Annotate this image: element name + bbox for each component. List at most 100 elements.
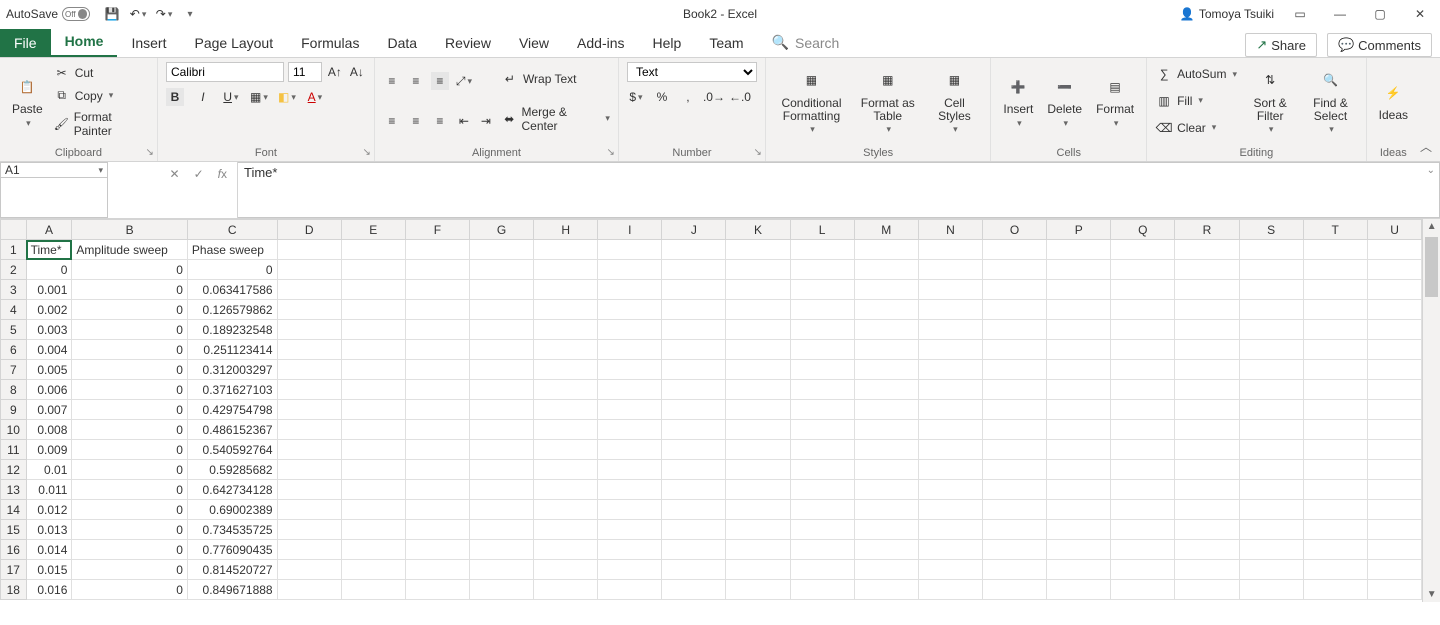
cell[interactable] [1239, 460, 1303, 480]
cell[interactable] [1175, 280, 1239, 300]
cell[interactable] [1303, 240, 1367, 260]
row-header[interactable]: 11 [1, 440, 27, 460]
font-name-input[interactable] [166, 62, 284, 82]
cell[interactable] [341, 500, 405, 520]
cell[interactable]: 0 [72, 540, 187, 560]
cell[interactable] [1239, 280, 1303, 300]
cell[interactable] [1111, 580, 1175, 600]
column-header[interactable]: O [983, 220, 1047, 240]
cell[interactable] [1239, 480, 1303, 500]
cell[interactable]: 0 [26, 260, 72, 280]
cell[interactable]: 0.011 [26, 480, 72, 500]
cell[interactable] [469, 520, 533, 540]
row-header[interactable]: 18 [1, 580, 27, 600]
cell[interactable]: 0.01 [26, 460, 72, 480]
cell[interactable] [1367, 500, 1422, 520]
align-right-icon[interactable]: ≡ [431, 112, 449, 130]
undo-icon[interactable]: ↶▾ [130, 6, 146, 22]
name-box[interactable]: A1 ▾ [0, 162, 108, 178]
cell[interactable] [277, 540, 341, 560]
cell[interactable] [790, 260, 854, 280]
cell[interactable] [341, 520, 405, 540]
cell[interactable] [918, 280, 982, 300]
cell[interactable] [277, 320, 341, 340]
cell[interactable] [983, 480, 1047, 500]
increase-decimal-icon[interactable]: .0→ [705, 88, 723, 106]
cell[interactable]: 0.013 [26, 520, 72, 540]
tab-view[interactable]: View [505, 29, 563, 57]
cell[interactable] [469, 260, 533, 280]
cell[interactable] [1047, 560, 1111, 580]
paste-button[interactable]: 📋 Paste ▾ [8, 62, 47, 140]
row-header[interactable]: 12 [1, 460, 27, 480]
expand-formula-bar-icon[interactable]: ⌄ [1427, 165, 1435, 176]
maximize-icon[interactable]: ▢ [1366, 4, 1394, 24]
column-header[interactable]: C [187, 220, 277, 240]
cell[interactable] [598, 360, 662, 380]
tab-file[interactable]: File [0, 29, 51, 57]
fill-button[interactable]: ▥Fill▾ [1155, 92, 1237, 110]
conditional-formatting-button[interactable]: ▦Conditional Formatting▾ [774, 62, 849, 140]
sort-filter-button[interactable]: ⇅Sort & Filter▾ [1243, 62, 1297, 140]
cell[interactable] [277, 520, 341, 540]
autosave-switch[interactable]: Off [62, 7, 90, 21]
cell[interactable] [405, 400, 469, 420]
cell[interactable] [854, 500, 918, 520]
cell[interactable] [1047, 440, 1111, 460]
cell[interactable] [405, 460, 469, 480]
cell[interactable]: 0.016 [26, 580, 72, 600]
cell[interactable] [1367, 540, 1422, 560]
cell[interactable]: 0.776090435 [187, 540, 277, 560]
cell[interactable] [662, 340, 726, 360]
cell[interactable] [534, 380, 598, 400]
cell[interactable] [1175, 440, 1239, 460]
cell[interactable] [1111, 560, 1175, 580]
collapse-ribbon-icon[interactable]: ︿ [1420, 138, 1432, 155]
cell[interactable]: 0 [72, 500, 187, 520]
cell[interactable] [854, 400, 918, 420]
cell[interactable] [598, 540, 662, 560]
row-header[interactable]: 5 [1, 320, 27, 340]
cell[interactable] [277, 340, 341, 360]
cell[interactable] [918, 300, 982, 320]
align-middle-icon[interactable]: ≡ [407, 72, 425, 90]
cell[interactable] [854, 280, 918, 300]
fx-icon[interactable]: fx [218, 167, 227, 181]
cell[interactable] [277, 480, 341, 500]
column-header[interactable]: U [1367, 220, 1422, 240]
cell[interactable] [534, 520, 598, 540]
cell[interactable] [341, 580, 405, 600]
column-header[interactable]: E [341, 220, 405, 240]
cell[interactable] [918, 460, 982, 480]
cell[interactable] [1175, 300, 1239, 320]
select-all-corner[interactable] [1, 220, 27, 240]
cell[interactable] [469, 380, 533, 400]
cell[interactable] [726, 360, 790, 380]
cell[interactable] [854, 320, 918, 340]
cell[interactable] [341, 260, 405, 280]
cut-button[interactable]: ✂Cut [53, 64, 149, 82]
cell[interactable] [726, 280, 790, 300]
cell[interactable] [341, 560, 405, 580]
cell[interactable] [598, 240, 662, 260]
cell[interactable] [1239, 520, 1303, 540]
decrease-font-icon[interactable]: A↓ [348, 63, 366, 81]
cell[interactable]: 0.007 [26, 400, 72, 420]
cell[interactable] [662, 520, 726, 540]
cell[interactable] [1047, 320, 1111, 340]
cell[interactable] [1047, 520, 1111, 540]
column-header[interactable]: L [790, 220, 854, 240]
cell[interactable] [1367, 280, 1422, 300]
cell[interactable] [1111, 320, 1175, 340]
cell[interactable]: 0.015 [26, 560, 72, 580]
cell[interactable] [534, 360, 598, 380]
cell[interactable] [534, 240, 598, 260]
cell[interactable] [469, 400, 533, 420]
cell[interactable]: 0.59285682 [187, 460, 277, 480]
cell[interactable] [662, 440, 726, 460]
cell[interactable] [983, 520, 1047, 540]
clipboard-launcher-icon[interactable]: ↘ [146, 147, 154, 158]
cell[interactable] [983, 540, 1047, 560]
cell[interactable] [341, 460, 405, 480]
cell[interactable] [662, 300, 726, 320]
